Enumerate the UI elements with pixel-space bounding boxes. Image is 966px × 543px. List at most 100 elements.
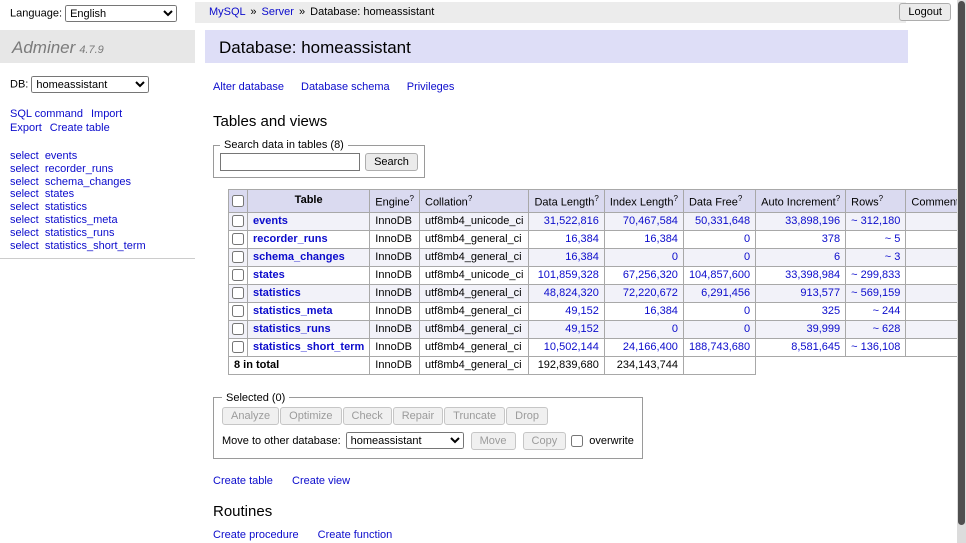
row-checkbox[interactable] [232,323,244,335]
rows-link[interactable]: ~ 299,833 [851,269,900,281]
select-link[interactable]: select [10,201,39,213]
data-free-link[interactable]: 104,857,600 [689,269,750,281]
select-all-checkbox[interactable] [232,195,244,207]
data-free-link[interactable]: 6,291,456 [701,287,750,299]
sidebar-table-link[interactable]: statistics_meta [45,214,118,226]
sidebar-table-link[interactable]: statistics [45,201,87,213]
vertical-scrollbar[interactable] [957,0,966,543]
db-select[interactable]: homeassistant [31,76,149,93]
row-checkbox[interactable] [232,269,244,281]
check-button[interactable]: Check [343,407,392,425]
data-length-link[interactable]: 16,384 [565,233,599,245]
truncate-button[interactable]: Truncate [444,407,505,425]
data-length-link[interactable]: 49,152 [565,323,599,335]
move-button[interactable]: Move [471,432,516,450]
data-free-link[interactable]: 50,331,648 [695,215,750,227]
row-checkbox[interactable] [232,233,244,245]
data-free-link[interactable]: 188,743,680 [689,341,750,353]
rows-link[interactable]: ~ 569,159 [851,287,900,299]
table-name-link[interactable]: statistics_runs [253,323,331,335]
row-checkbox[interactable] [232,341,244,353]
index-length-link[interactable]: 16,384 [644,305,678,317]
create-procedure-link[interactable]: Create procedure [213,529,299,541]
data-length-link[interactable]: 48,824,320 [544,287,599,299]
search-button[interactable]: Search [365,153,418,171]
row-checkbox[interactable] [232,251,244,263]
row-checkbox[interactable] [232,287,244,299]
sidebar-table-link[interactable]: statistics_runs [45,227,115,239]
privileges-link[interactable]: Privileges [407,81,455,93]
select-link[interactable]: select [10,176,39,188]
scrollbar-thumb[interactable] [958,1,965,525]
select-link[interactable]: select [10,240,39,252]
sidebar-table-link[interactable]: schema_changes [45,176,131,188]
overwrite-checkbox[interactable] [571,435,583,447]
create-table-link[interactable]: Create table [213,475,273,487]
breadcrumb-link-mysql[interactable]: MySQL [209,6,245,18]
index-length-link[interactable]: 24,166,400 [623,341,678,353]
sidebar-table-link[interactable]: statistics_short_term [45,240,146,252]
repair-button[interactable]: Repair [393,407,443,425]
breadcrumb-link-server[interactable]: Server [262,6,294,18]
select-link[interactable]: select [10,150,39,162]
sidebar-table-link[interactable]: recorder_runs [45,163,113,175]
table-name-link[interactable]: statistics_meta [253,305,333,317]
hint-icon[interactable]: ? [879,194,883,203]
hint-icon[interactable]: ? [468,194,472,203]
alter-database-link[interactable]: Alter database [213,81,284,93]
hint-icon[interactable]: ? [594,194,598,203]
data-free-link[interactable]: 0 [744,233,750,245]
language-select[interactable]: English [65,5,177,22]
index-length-link[interactable]: 0 [672,323,678,335]
sql-command-link[interactable]: SQL command [10,108,83,120]
hint-icon[interactable]: ? [738,194,742,203]
hint-icon[interactable]: ? [836,194,840,203]
row-checkbox[interactable] [232,215,244,227]
select-link[interactable]: select [10,188,39,200]
auto-increment-link[interactable]: 8,581,645 [791,341,840,353]
import-link[interactable]: Import [91,108,122,120]
data-length-link[interactable]: 16,384 [565,251,599,263]
table-name-link[interactable]: statistics_short_term [253,341,364,353]
select-link[interactable]: select [10,163,39,175]
copy-button[interactable]: Copy [523,432,567,450]
sidebar-table-link[interactable]: states [45,188,74,200]
create-function-link[interactable]: Create function [318,529,393,541]
hint-icon[interactable]: ? [673,194,677,203]
table-name-link[interactable]: statistics [253,287,301,299]
data-length-link[interactable]: 49,152 [565,305,599,317]
select-link[interactable]: select [10,227,39,239]
table-name-link[interactable]: events [253,215,288,227]
auto-increment-link[interactable]: 33,398,984 [785,269,840,281]
rows-link[interactable]: ~ 5 [885,233,901,245]
data-free-link[interactable]: 0 [744,305,750,317]
data-free-link[interactable]: 0 [744,251,750,263]
row-checkbox[interactable] [232,305,244,317]
index-length-link[interactable]: 70,467,584 [623,215,678,227]
analyze-button[interactable]: Analyze [222,407,279,425]
table-name-link[interactable]: recorder_runs [253,233,328,245]
database-schema-link[interactable]: Database schema [301,81,390,93]
table-name-link[interactable]: states [253,269,285,281]
index-length-link[interactable]: 72,220,672 [623,287,678,299]
auto-increment-link[interactable]: 378 [822,233,840,245]
auto-increment-link[interactable]: 33,898,196 [785,215,840,227]
optimize-button[interactable]: Optimize [280,407,341,425]
rows-link[interactable]: ~ 136,108 [851,341,900,353]
select-link[interactable]: select [10,214,39,226]
index-length-link[interactable]: 16,384 [644,233,678,245]
create-table-sidebar-link[interactable]: Create table [50,122,110,134]
move-database-select[interactable]: homeassistant [346,432,464,449]
drop-button[interactable]: Drop [506,407,548,425]
auto-increment-link[interactable]: 913,577 [800,287,840,299]
index-length-link[interactable]: 67,256,320 [623,269,678,281]
rows-link[interactable]: ~ 244 [873,305,901,317]
rows-link[interactable]: ~ 312,180 [851,215,900,227]
create-view-link[interactable]: Create view [292,475,350,487]
hint-icon[interactable]: ? [410,194,414,203]
data-length-link[interactable]: 31,522,816 [544,215,599,227]
auto-increment-link[interactable]: 6 [834,251,840,263]
logout-button[interactable]: Logout [899,3,951,21]
sidebar-table-link[interactable]: events [45,150,77,162]
data-length-link[interactable]: 10,502,144 [544,341,599,353]
